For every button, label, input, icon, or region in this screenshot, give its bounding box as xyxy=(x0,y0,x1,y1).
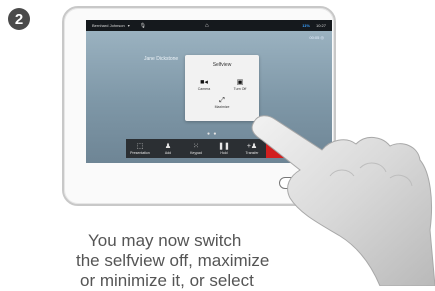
chevron-down-icon[interactable]: ▾ xyxy=(128,23,130,28)
share-icon: ⬚ xyxy=(136,142,144,150)
transfer-label: Transfer xyxy=(245,150,259,155)
touch-panel-screen: Bernhard Johnson ▾ 🎙 ⌂ 11% 10:27 00:05 ◎… xyxy=(86,20,332,163)
camera-button[interactable]: ■◂ Camera xyxy=(193,79,215,91)
home-icon[interactable]: ⌂ xyxy=(205,23,209,29)
signal-indicator: 11% xyxy=(302,23,310,28)
transfer-button[interactable]: +♟ Transfer xyxy=(238,139,266,158)
camera-icon: ■◂ xyxy=(200,79,208,86)
transfer-icon: +♟ xyxy=(246,142,258,150)
hold-button[interactable]: ❚❚ Hold xyxy=(210,139,238,158)
clock: 10:27 xyxy=(315,23,326,28)
turn-off-button[interactable]: ▣ Turn Off xyxy=(228,79,252,91)
home-button[interactable] xyxy=(279,177,307,189)
participant-name: Jane Dickstone xyxy=(144,56,179,62)
keypad-icon: ⁙ xyxy=(193,142,199,150)
presentation-label: Presentation xyxy=(130,150,150,155)
user-name[interactable]: Bernhard Johnson xyxy=(92,23,125,28)
presentation-button[interactable]: ⬚ Presentation xyxy=(126,139,154,158)
call-duration: 00:05 ◎ xyxy=(309,35,324,40)
add-person-icon: ♟ xyxy=(164,142,172,150)
pause-icon: ❚❚ xyxy=(218,142,230,150)
end-call-button[interactable] xyxy=(266,139,294,158)
caption-line-2: the selfview off, maximize xyxy=(76,251,270,270)
maximize-button[interactable]: ⤢ Maximize xyxy=(210,97,234,109)
top-status-bar: Bernhard Johnson ▾ 🎙 ⌂ 11% 10:27 xyxy=(86,20,332,31)
page-indicator: ● ● xyxy=(207,131,218,137)
camera-button-label: Camera xyxy=(197,87,211,91)
maximize-icon: ⤢ xyxy=(219,97,225,104)
step-number-badge: 2 xyxy=(8,8,30,30)
keypad-label: Keypad xyxy=(190,150,202,155)
mic-icon[interactable]: 🎙 xyxy=(140,23,146,29)
popup-title: Selfview xyxy=(212,62,232,68)
hold-label: Hold xyxy=(220,150,228,155)
call-toolbar: ⬚ Presentation ♟ Add ⁙ Keypad ❚❚ Hold +♟… xyxy=(126,139,294,158)
turn-off-button-label: Turn Off xyxy=(233,87,247,91)
caption-line-1: You may now switch xyxy=(88,231,242,250)
add-label: Add xyxy=(164,150,172,155)
caption-line-3: or minimize it, or select xyxy=(80,271,254,290)
keypad-button[interactable]: ⁙ Keypad xyxy=(182,139,210,158)
maximize-button-label: Maximize xyxy=(214,105,230,109)
person-off-icon: ▣ xyxy=(236,79,244,86)
add-button[interactable]: ♟ Add xyxy=(154,139,182,158)
selfview-popup: Selfview ■◂ Camera ▣ Turn Off ⤢ Maximize xyxy=(185,55,259,121)
